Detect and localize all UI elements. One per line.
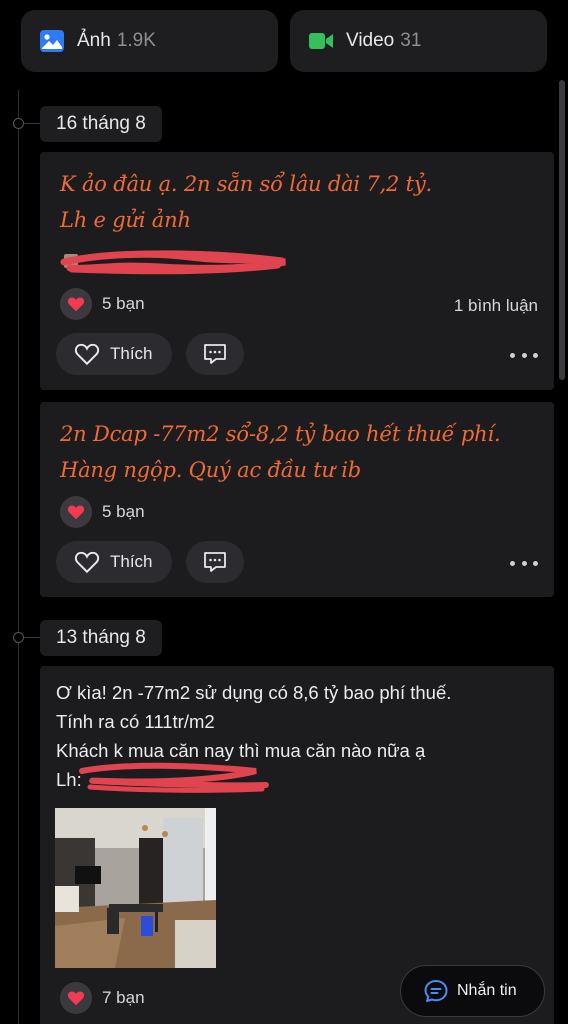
tab-videos[interactable]: Video 31 xyxy=(290,10,547,72)
comment-icon xyxy=(204,552,226,572)
reactions[interactable]: 5 bạn xyxy=(60,496,145,528)
message-button-label: Nhắn tin xyxy=(457,982,517,999)
reactions-count: 5 bạn xyxy=(102,502,145,521)
comments-count[interactable]: 1 bình luận xyxy=(454,296,538,316)
post-text: 2n Dcap -77m2 sổ-8,2 tỷ bao hết thuế phí… xyxy=(60,416,501,488)
contact-line: Lh: xyxy=(56,762,451,794)
timeline-dot xyxy=(13,632,24,643)
comment-icon xyxy=(204,344,226,364)
post-card: K ảo đâu ạ. 2n sẵn sổ lâu dài 7,2 tỷ. Lh… xyxy=(40,152,554,390)
redaction-scribble xyxy=(79,762,269,793)
scrollbar[interactable] xyxy=(559,80,565,380)
timeline-connector xyxy=(24,637,40,638)
like-button[interactable]: Thích xyxy=(56,541,172,583)
post-line: Hàng ngộp. Quý ac đầu tư ib xyxy=(60,458,362,482)
post-photo[interactable] xyxy=(55,808,216,968)
post-line: Lh e gửi ảnh xyxy=(60,208,191,232)
post-text: Ơ kìa! 2n -77m2 sử dụng có 8,6 tỷ bao ph… xyxy=(56,678,451,794)
reactions[interactable]: 7 bạn xyxy=(60,982,145,1014)
apartment-interior-image xyxy=(55,808,216,968)
date-header: 16 tháng 8 xyxy=(40,106,162,142)
more-options-button[interactable] xyxy=(510,553,538,573)
like-label: Thích xyxy=(110,344,153,363)
like-button[interactable]: Thích xyxy=(56,333,172,375)
comment-button[interactable] xyxy=(186,541,244,583)
post-line: Tính ra có 111tr/m2 xyxy=(56,711,215,732)
heart-icon xyxy=(60,982,92,1014)
post-line: K ảo đâu ạ. 2n sẵn sổ lâu dài 7,2 tỷ. xyxy=(60,172,433,196)
redaction-scribble xyxy=(60,250,286,275)
post-line: 2n Dcap -77m2 sổ-8,2 tỷ bao hết thuế phí… xyxy=(60,422,501,446)
chat-icon xyxy=(424,980,448,1002)
reactions[interactable]: 5 bạn xyxy=(60,288,145,320)
heart-icon xyxy=(60,496,92,528)
heart-outline-icon xyxy=(74,343,100,366)
more-options-button[interactable] xyxy=(510,345,538,365)
timeline-connector xyxy=(24,123,40,124)
tab-videos-count: 31 xyxy=(400,30,422,51)
like-label: Thích xyxy=(110,552,153,571)
redacted-phone xyxy=(60,248,290,275)
heart-outline-icon xyxy=(74,551,100,574)
timeline-dot xyxy=(13,118,24,129)
comment-button[interactable] xyxy=(186,333,244,375)
post-text: K ảo đâu ạ. 2n sẵn sổ lâu dài 7,2 tỷ. Lh… xyxy=(60,166,432,238)
date-header: 13 tháng 8 xyxy=(40,620,162,656)
tab-photos[interactable]: Ảnh 1.9K xyxy=(21,10,278,72)
video-icon xyxy=(309,33,333,49)
tab-photos-label: Ảnh xyxy=(77,30,111,51)
heart-icon xyxy=(60,288,92,320)
timeline-line xyxy=(18,90,19,1024)
message-button[interactable]: Nhắn tin xyxy=(400,965,545,1017)
tab-videos-label: Video xyxy=(346,30,395,51)
reactions-count: 5 bạn xyxy=(102,294,145,313)
reactions-count: 7 bạn xyxy=(102,988,145,1007)
tab-photos-count: 1.9K xyxy=(116,30,156,51)
image-icon xyxy=(40,30,64,52)
post-line: Ơ kìa! 2n -77m2 sử dụng có 8,6 tỷ bao ph… xyxy=(56,682,452,703)
post-card: 2n Dcap -77m2 sổ-8,2 tỷ bao hết thuế phí… xyxy=(40,402,554,597)
